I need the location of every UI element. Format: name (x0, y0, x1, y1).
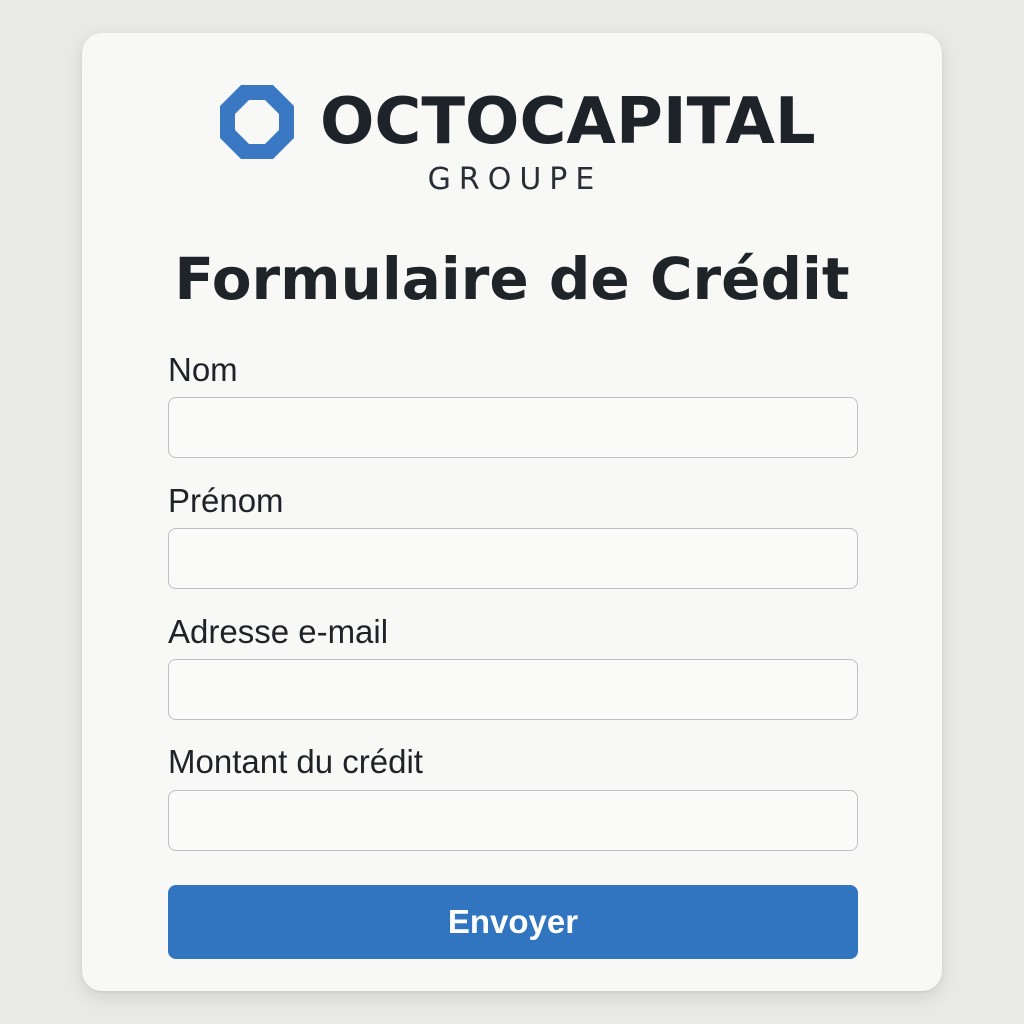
email-input[interactable] (168, 659, 858, 720)
brand-subtitle: GROUPE (427, 162, 603, 197)
envoyer-button[interactable]: Envoyer (168, 885, 858, 959)
octagon-ring-icon (220, 85, 294, 159)
brand-name: OCTOCAPITAL (320, 85, 816, 159)
company-logo: OCTOCAPITAL GROUPE (218, 83, 816, 197)
email-label: Adresse e-mail (168, 613, 389, 650)
credit-form-card: OCTOCAPITAL GROUPE Formulaire de Crédit … (82, 33, 942, 991)
form-title: Formulaire de Crédit (174, 245, 850, 313)
prenom-label: Prénom (168, 482, 284, 519)
nom-input[interactable] (168, 397, 858, 458)
montant-label: Montant du crédit (168, 743, 423, 780)
montant-input[interactable] (168, 790, 858, 851)
prenom-input[interactable] (168, 528, 858, 589)
nom-label: Nom (168, 351, 238, 388)
